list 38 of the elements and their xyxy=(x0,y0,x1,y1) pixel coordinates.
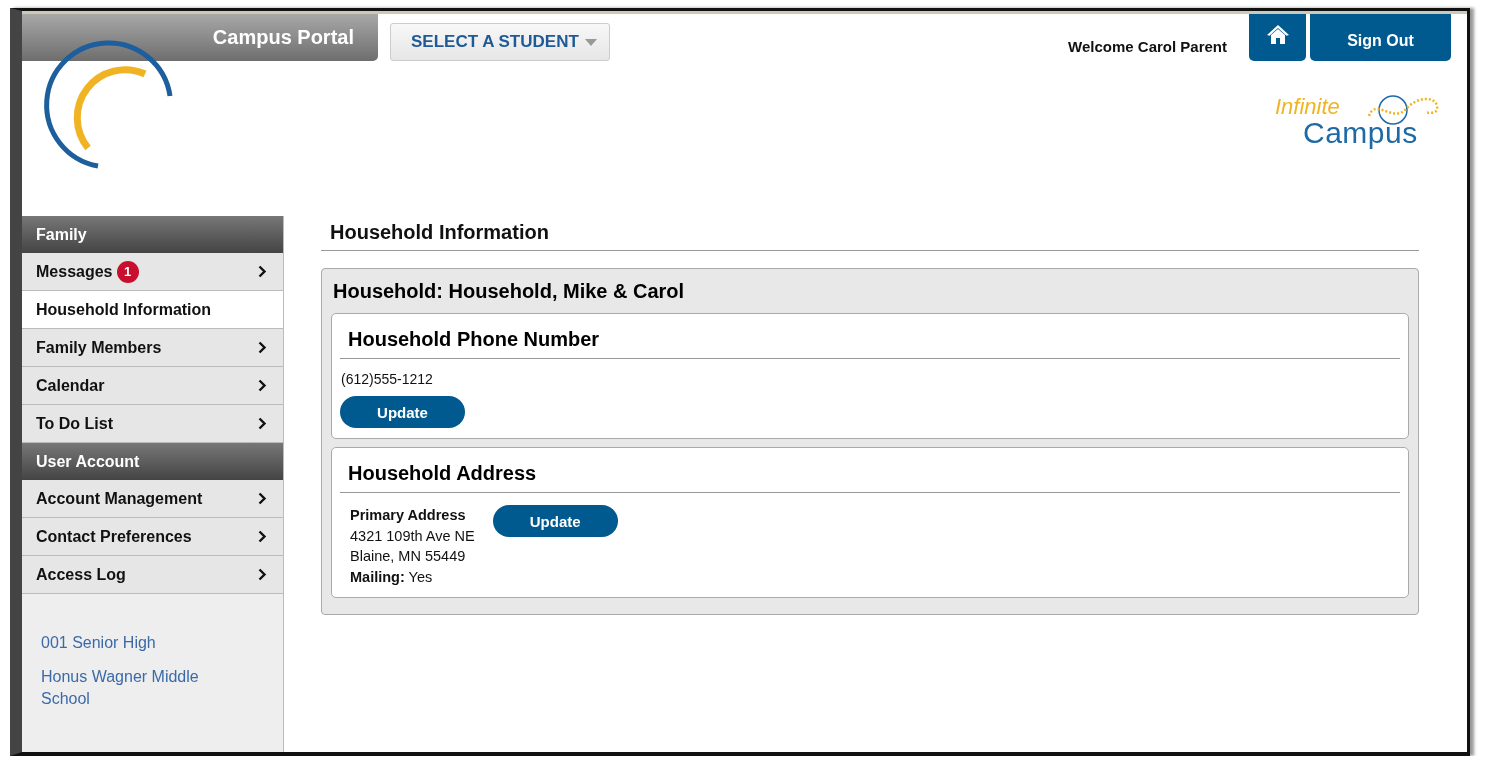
phone-number: (612)555-1212 xyxy=(341,371,434,387)
chevron-right-icon xyxy=(258,568,267,581)
home-button[interactable] xyxy=(1249,14,1306,61)
chevron-right-icon xyxy=(258,530,267,543)
sidebar-item[interactable]: Account Management xyxy=(22,480,283,518)
address-label: Primary Address xyxy=(350,506,467,525)
chevron-right-icon xyxy=(258,417,267,430)
sidebar-item[interactable]: To Do List xyxy=(22,405,283,443)
sidebar-section-header: User Account xyxy=(22,443,283,480)
chevron-right-icon xyxy=(258,379,267,392)
address-line: Blaine, MN 55449 xyxy=(350,547,467,566)
mailing-text: Mailing: Yes xyxy=(350,567,434,587)
caret-icon xyxy=(585,38,597,46)
chevron-right-icon xyxy=(258,265,267,278)
student-select-dropdown[interactable]: SELECT A STUDENT xyxy=(390,23,610,61)
welcome-text: Welcome Carol Parent xyxy=(1068,38,1227,55)
page-title: Household Information xyxy=(321,221,1419,251)
school-link[interactable]: Honus Wagner Middle School xyxy=(41,666,241,710)
sidebar-section-header: Family xyxy=(22,216,283,253)
sidebar-item[interactable]: Access Log xyxy=(22,556,283,594)
sidebar-item[interactable]: Messages 1 xyxy=(22,253,283,291)
household-title: Household: Household, Mike & Carol xyxy=(332,279,686,304)
update-button[interactable]: Update xyxy=(492,505,618,537)
school-link[interactable]: 001 Senior High xyxy=(41,632,241,654)
chevron-right-icon xyxy=(258,341,267,354)
sidebar-item[interactable]: Household Information xyxy=(22,291,283,329)
sign-out-button[interactable]: Sign Out xyxy=(1310,14,1451,61)
count-badge: 1 xyxy=(116,260,139,283)
sidebar-item[interactable]: Family Members xyxy=(22,329,283,367)
sidebar-item[interactable]: Contact Preferences xyxy=(22,518,283,556)
card-title: Household Phone Number xyxy=(340,314,1400,359)
chevron-right-icon xyxy=(258,492,267,505)
card-title: Household Address xyxy=(340,448,1400,493)
brand-logo: Infinite Campus xyxy=(1275,88,1443,152)
address-line: 4321 109th Ave NE xyxy=(350,526,475,546)
home-icon xyxy=(1265,24,1290,44)
sidebar-item[interactable]: Calendar xyxy=(22,367,283,405)
update-button[interactable]: Update xyxy=(340,396,465,428)
